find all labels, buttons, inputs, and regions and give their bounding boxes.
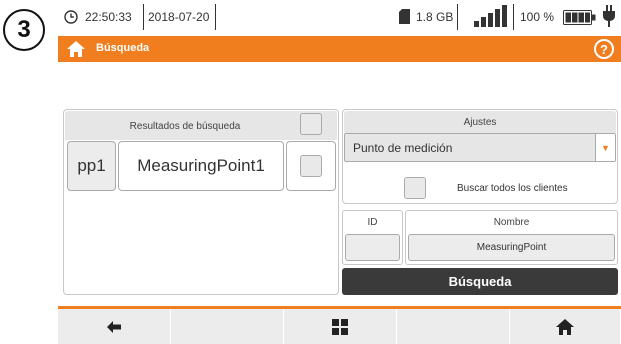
nav-home-button[interactable]: [510, 309, 621, 344]
clock-icon: [64, 10, 78, 24]
status-divider: [143, 4, 144, 30]
status-divider: [457, 4, 458, 30]
back-icon: [107, 320, 121, 333]
id-column: ID: [342, 210, 403, 265]
chevron-down-icon[interactable]: ▼: [595, 134, 615, 161]
settings-header: Ajustes: [344, 111, 616, 133]
name-header: Nombre: [493, 217, 530, 228]
plug-icon: [603, 5, 615, 27]
battery-icon: [563, 10, 596, 25]
search-all-checkbox[interactable]: [404, 177, 426, 199]
page-title: Búsqueda: [96, 42, 150, 54]
step-marker: 3: [3, 9, 45, 51]
dropdown-value: Punto de medición: [353, 141, 453, 155]
search-all-label: Buscar todos los clientes: [457, 183, 568, 194]
id-header: ID: [367, 217, 378, 228]
results-header: Resultados de búsqueda: [65, 111, 337, 140]
search-type-dropdown[interactable]: Punto de medición ▼: [344, 133, 616, 162]
select-all-checkbox[interactable]: [300, 113, 322, 135]
results-header-label: Resultados de búsqueda: [129, 121, 241, 132]
step-number: 3: [17, 16, 31, 43]
status-bar: 22:50:33 2018-07-20 1.8 GB 100 %: [58, 0, 621, 36]
result-checkbox[interactable]: [300, 155, 322, 177]
name-column: Nombre MeasuringPoint: [405, 210, 618, 265]
nav-empty-button[interactable]: [397, 309, 510, 344]
title-bar: Búsqueda ?: [58, 36, 621, 62]
result-name-cell[interactable]: MeasuringPoint1: [118, 141, 284, 191]
status-battery-percent: 100 %: [520, 10, 555, 24]
settings-header-label: Ajustes: [463, 117, 497, 128]
search-results-panel: Resultados de búsqueda pp1 MeasuringPoin…: [63, 109, 339, 295]
status-date: 2018-07-20: [148, 10, 210, 24]
status-divider: [513, 4, 514, 30]
sd-card-icon: [399, 9, 410, 24]
nav-empty-button[interactable]: [171, 309, 284, 344]
nav-menu-button[interactable]: [284, 309, 397, 344]
status-divider: [215, 4, 216, 30]
home-icon[interactable]: [66, 39, 86, 59]
result-checkbox-cell[interactable]: [286, 141, 336, 191]
status-time: 22:50:33: [85, 10, 132, 24]
search-button[interactable]: Búsqueda: [342, 268, 618, 295]
nav-back-button[interactable]: [58, 309, 171, 344]
grid-icon: [332, 318, 348, 335]
name-input[interactable]: MeasuringPoint: [408, 234, 615, 261]
result-id-cell[interactable]: pp1: [67, 141, 116, 191]
status-storage: 1.8 GB: [416, 10, 454, 24]
settings-panel: Ajustes Punto de medición ▼ Buscar todos…: [342, 109, 618, 204]
home-icon: [556, 318, 574, 335]
signal-icon: [474, 5, 507, 27]
id-input[interactable]: [345, 234, 400, 261]
help-icon[interactable]: ?: [594, 39, 614, 59]
